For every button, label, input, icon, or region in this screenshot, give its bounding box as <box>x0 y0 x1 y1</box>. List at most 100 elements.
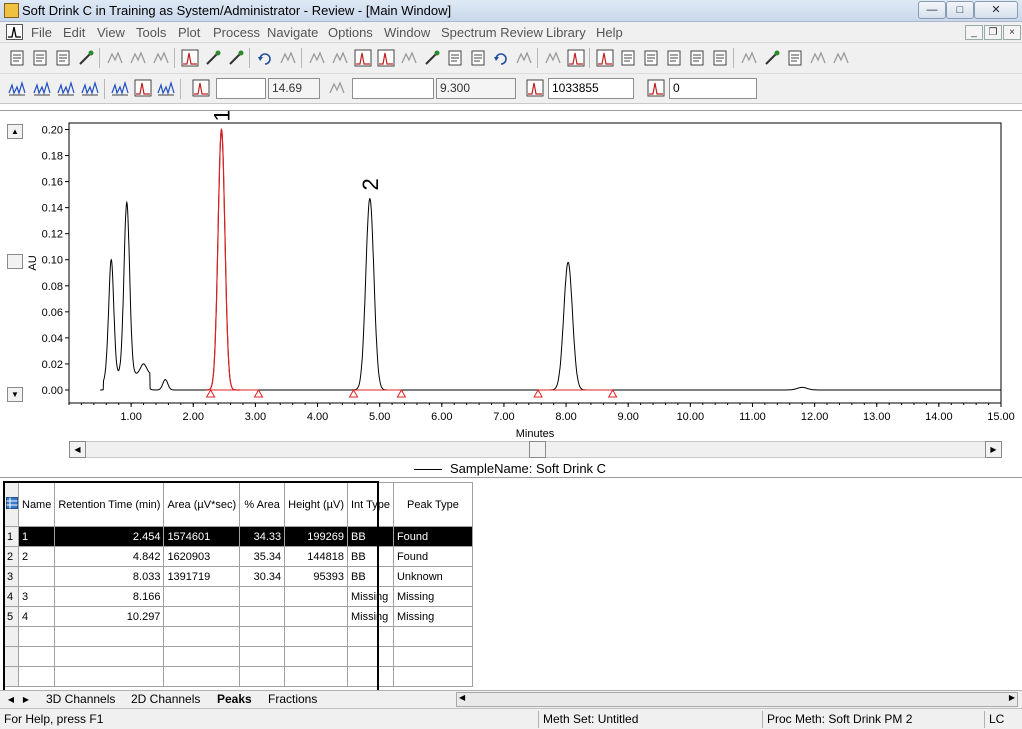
table-row[interactable] <box>4 626 473 647</box>
horizontal-scroll-thumb[interactable] <box>529 441 546 458</box>
cell-rt[interactable] <box>54 646 165 667</box>
toolbar-doc-icon[interactable] <box>663 47 685 69</box>
toolbar-gray-icon[interactable] <box>807 47 829 69</box>
row-number[interactable]: 2 <box>4 546 19 567</box>
table-row[interactable]: 2 2 4.842 1620903 35.34 144818 BB Found <box>4 546 473 567</box>
chromatogram-chart[interactable]: 1.00 2.00 3.00 4.00 5.00 6.00 7.00 8.00 9.00 10.0… <box>0 111 1022 441</box>
menu-edit[interactable]: Edit <box>63 25 85 40</box>
table-row[interactable]: 3 8.033 1391719 30.34 95393 BB Unknown <box>4 566 473 587</box>
toolbar-doc-icon[interactable] <box>6 47 28 69</box>
menu-window[interactable]: Window <box>384 25 430 40</box>
row-number[interactable]: 4 <box>4 586 19 607</box>
toolbar-multi-icon[interactable] <box>31 77 53 99</box>
cell-pct[interactable] <box>239 666 286 687</box>
toolbar-multi-icon[interactable] <box>55 77 77 99</box>
row-number[interactable] <box>4 666 19 687</box>
menu-options[interactable]: Options <box>328 25 373 40</box>
cell-peak[interactable] <box>392 626 473 647</box>
cell-area[interactable] <box>163 646 241 667</box>
cell-pct[interactable]: 35.34 <box>239 546 286 567</box>
table-horizontal-scrollbar[interactable]: ◀ ▶ <box>456 692 1018 707</box>
col-pct-area-header[interactable]: % Area <box>239 482 286 527</box>
cell-area[interactable]: 1391719 <box>163 566 241 587</box>
cell-area[interactable] <box>163 606 241 627</box>
field-1-input[interactable] <box>216 78 266 99</box>
cell-name[interactable] <box>17 666 56 687</box>
table-scroll-left-icon[interactable]: ◀ <box>459 693 465 702</box>
peaks-table[interactable]: Name Retention Time (min) Area (µV*sec) … <box>4 482 473 687</box>
row-number[interactable] <box>4 626 19 647</box>
cell-height[interactable]: 144818 <box>284 546 348 567</box>
mdi-close-button[interactable]: × <box>1003 25 1021 40</box>
toolbar-chrom-icon[interactable] <box>132 77 154 99</box>
toolbar-doc-icon[interactable] <box>29 47 51 69</box>
col-height-header[interactable]: Height (µV) <box>284 482 348 527</box>
cell-rt[interactable] <box>54 666 165 687</box>
cell-peak[interactable]: Missing <box>392 606 473 627</box>
cell-area[interactable]: 1574601 <box>163 526 241 547</box>
cell-peak[interactable]: Unknown <box>392 566 473 587</box>
toolbar-tool-icon[interactable] <box>75 47 97 69</box>
menu-help[interactable]: Help <box>596 25 623 40</box>
cell-pct[interactable] <box>239 606 286 627</box>
cell-int[interactable]: BB <box>347 546 394 567</box>
menu-tools[interactable]: Tools <box>136 25 166 40</box>
row-number[interactable]: 1 <box>4 526 19 547</box>
toolbar-gray-icon[interactable] <box>329 47 351 69</box>
row-number[interactable]: 3 <box>4 566 19 587</box>
toolbar-gray-icon[interactable] <box>306 47 328 69</box>
cell-peak[interactable]: Found <box>392 526 473 547</box>
menu-view[interactable]: View <box>97 25 125 40</box>
toolbar-arrow-icon[interactable] <box>254 47 276 69</box>
horizontal-scrollbar[interactable]: ◀ ▶ <box>69 441 1002 458</box>
menu-file[interactable]: File <box>31 25 52 40</box>
cell-area[interactable] <box>163 666 241 687</box>
menu-plot[interactable]: Plot <box>178 25 200 40</box>
toolbar-doc-icon[interactable] <box>444 47 466 69</box>
toolbar-multi-icon[interactable] <box>155 77 177 99</box>
menu-navigate[interactable]: Navigate <box>267 25 318 40</box>
toolbar-doc-icon[interactable] <box>467 47 489 69</box>
col-retention-time-header[interactable]: Retention Time (min) <box>54 482 165 527</box>
toolbar-tool-icon[interactable] <box>225 47 247 69</box>
cell-int[interactable] <box>347 666 394 687</box>
scroll-left-button[interactable]: ◀ <box>69 441 86 458</box>
toolbar-tool-icon[interactable] <box>421 47 443 69</box>
scroll-right-button[interactable]: ▶ <box>985 441 1002 458</box>
cell-peak[interactable] <box>392 666 473 687</box>
toolbar-doc-icon[interactable] <box>784 47 806 69</box>
toolbar-gray-icon[interactable] <box>542 47 564 69</box>
toolbar-chrom-icon[interactable] <box>645 77 667 99</box>
toolbar-tool-icon[interactable] <box>202 47 224 69</box>
toolbar-gray-icon[interactable] <box>127 47 149 69</box>
table-row[interactable]: 5 4 10.297 Missing Missing <box>4 606 473 627</box>
toolbar-gray-icon[interactable] <box>830 47 852 69</box>
cell-pct[interactable] <box>239 586 286 607</box>
mdi-minimize-button[interactable]: _ <box>965 25 983 40</box>
row-number[interactable] <box>4 646 19 667</box>
cell-int[interactable]: BB <box>347 566 394 587</box>
cell-rt[interactable]: 2.454 <box>54 526 165 547</box>
toolbar-chrom-icon[interactable] <box>524 77 546 99</box>
cell-int[interactable] <box>347 646 394 667</box>
cell-pct[interactable]: 34.33 <box>239 526 286 547</box>
cell-area[interactable]: 1620903 <box>163 546 241 567</box>
tab-next-icon[interactable]: ▶ <box>20 693 32 706</box>
toolbar-chrom-icon[interactable] <box>190 77 212 99</box>
cell-pct[interactable] <box>239 646 286 667</box>
cell-rt[interactable] <box>54 626 165 647</box>
cell-int[interactable]: Missing <box>347 586 394 607</box>
cell-rt[interactable]: 4.842 <box>54 546 165 567</box>
toolbar-chrom-icon[interactable] <box>594 47 616 69</box>
tab-fractions[interactable]: Fractions <box>268 692 317 706</box>
close-button[interactable]: ✕ <box>974 1 1018 19</box>
cell-height[interactable] <box>284 606 348 627</box>
toolbar-multi-icon[interactable] <box>6 77 28 99</box>
tab-prev-icon[interactable]: ◀ <box>5 693 17 706</box>
cell-rt[interactable]: 8.166 <box>54 586 165 607</box>
cell-height[interactable] <box>284 666 348 687</box>
tab-peaks[interactable]: Peaks <box>217 692 252 706</box>
toolbar-doc-icon[interactable] <box>617 47 639 69</box>
toolbar-doc-icon[interactable] <box>686 47 708 69</box>
cell-int[interactable]: Missing <box>347 606 394 627</box>
